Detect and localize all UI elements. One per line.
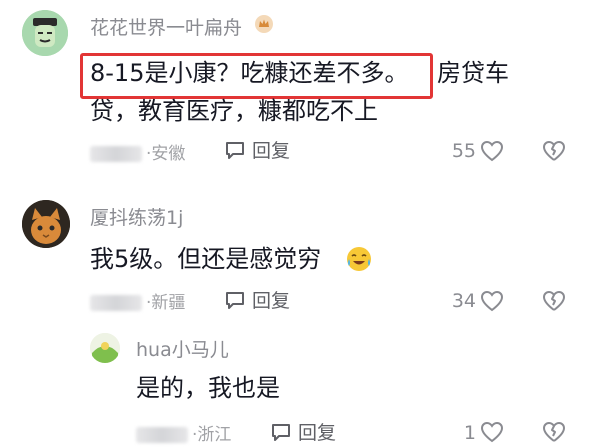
avatar[interactable] <box>22 10 68 56</box>
reply-button[interactable]: 回复 <box>224 136 290 163</box>
comment-text: 是的，我也是 <box>136 374 280 402</box>
reply-label: 回复 <box>298 422 337 444</box>
blurred-date <box>136 427 188 443</box>
dislike-broken-heart-icon[interactable] <box>542 290 566 312</box>
comment-location: 安徽 <box>151 144 186 164</box>
dislike-broken-heart-icon[interactable] <box>542 140 566 162</box>
reply-icon <box>226 141 244 159</box>
avatar-image <box>90 333 120 363</box>
avatar[interactable] <box>90 333 120 363</box>
reply-icon <box>226 291 244 309</box>
comment-meta: ·新疆 <box>90 288 185 313</box>
blurred-date <box>90 295 142 311</box>
comment-text: 我5级。但还是感觉穷 <box>90 240 321 278</box>
username[interactable]: 厦抖练荡1j <box>90 203 183 230</box>
reply-label: 回复 <box>252 140 291 162</box>
like-heart-icon[interactable] <box>480 290 504 312</box>
dislike-broken-heart-icon[interactable] <box>542 421 566 443</box>
reply-button[interactable]: 回复 <box>224 286 290 313</box>
reply-label: 回复 <box>252 290 291 312</box>
like-count: 34 <box>451 290 476 312</box>
username[interactable]: 花花世界一叶扁舟 <box>90 13 242 40</box>
comment-text-highlighted: 8-15是小康？吃糠还差不多。 <box>90 59 409 87</box>
reply-icon <box>272 423 290 441</box>
avatar[interactable] <box>22 200 70 248</box>
comment-text-line2: 贷，教育医疗，糠都吃不上 <box>90 97 378 125</box>
comment-meta: ·浙江 <box>136 420 231 445</box>
username[interactable]: hua小马儿 <box>136 335 229 362</box>
comment-location: 浙江 <box>197 425 232 445</box>
crying-laugh-emoji-icon <box>345 245 373 273</box>
comment-location: 新疆 <box>151 293 186 313</box>
blurred-date <box>90 146 142 162</box>
comment-text: 房贷车 <box>437 59 509 87</box>
comment-text-content: 我5级。但还是感觉穷 <box>90 245 322 273</box>
like-heart-icon[interactable] <box>480 140 504 162</box>
like-heart-icon[interactable] <box>480 421 504 443</box>
badge-icon <box>254 14 274 34</box>
avatar-emoji-face <box>22 10 68 56</box>
like-count: 1 <box>463 422 476 444</box>
like-count: 55 <box>451 140 476 162</box>
avatar-cat-image <box>22 200 70 248</box>
comment-meta: ·安徽 <box>90 139 185 164</box>
reply-button[interactable]: 回复 <box>270 418 336 445</box>
